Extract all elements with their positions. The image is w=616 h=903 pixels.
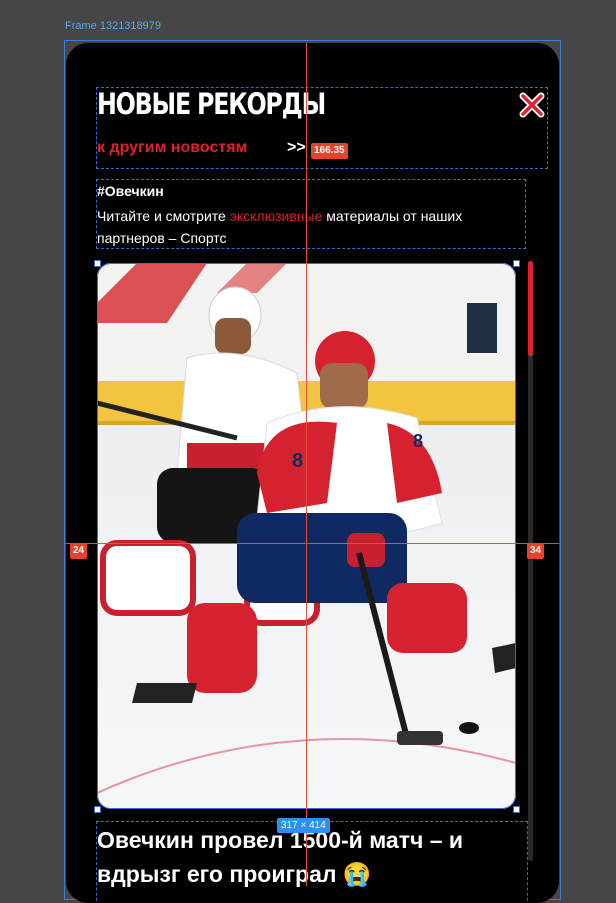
back-to-news-link[interactable]: к другим новостям: [97, 139, 247, 157]
resize-handle[interactable]: [94, 260, 101, 267]
resize-handle[interactable]: [513, 260, 520, 267]
scrollbar-thumb[interactable]: [528, 261, 533, 356]
article-headline[interactable]: Овечкин провел 1500-й матч – и вдрызг ег…: [97, 823, 527, 891]
close-button[interactable]: [518, 91, 546, 119]
desc-text-start: Читайте и смотрите: [97, 208, 230, 224]
horizontal-guide-line: [66, 543, 559, 544]
distance-badge-left: 24: [70, 543, 88, 559]
frame-label[interactable]: Frame 1321318979: [65, 20, 161, 32]
desc-accent-word: эксклюзивные: [229, 208, 323, 224]
resize-handle[interactable]: [94, 806, 101, 813]
distance-badge-right: 34: [527, 543, 545, 559]
close-x-icon: [519, 92, 545, 118]
page-title: НОВЫЕ РЕКОРДЫ: [97, 87, 326, 121]
hashtag[interactable]: #Овечкин: [97, 183, 164, 199]
resize-handle[interactable]: [513, 806, 520, 813]
distance-badge-top: 166.35: [311, 143, 348, 159]
center-guide-line: [306, 43, 307, 886]
partner-description: Читайте и смотрите эксклюзивные материал…: [97, 205, 477, 249]
back-arrows-icon: >>: [287, 139, 306, 156]
dimension-badge: 317 × 414: [277, 818, 330, 833]
news-card: НОВЫЕ РЕКОРДЫ к другим новостям >> #Овеч…: [66, 43, 559, 903]
